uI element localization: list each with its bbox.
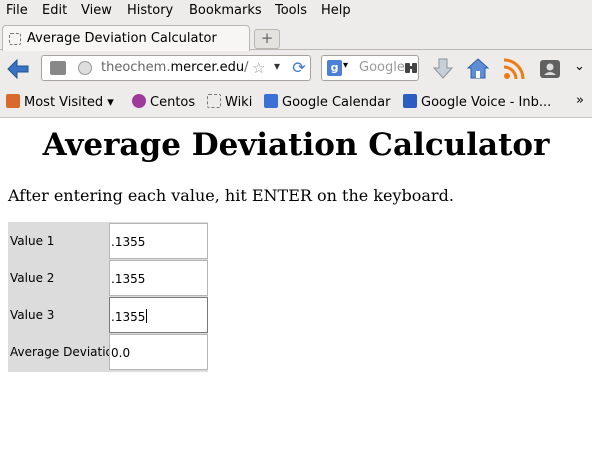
phone-icon — [403, 94, 417, 108]
folder-icon — [6, 94, 20, 108]
contacts-icon[interactable] — [538, 57, 562, 81]
menu-edit[interactable]: Edit — [42, 3, 67, 18]
calculator-table: Value 1 .1355 Value 2 .1355 Value 3 .135… — [8, 222, 208, 372]
value-2-input[interactable]: .1355 — [109, 260, 208, 296]
reload-icon[interactable]: ⟳ — [290, 59, 308, 77]
text-caret — [146, 309, 148, 323]
instructions-text: After entering each value, hit ENTER on … — [8, 186, 454, 205]
home-icon[interactable] — [466, 57, 490, 81]
menu-help[interactable]: Help — [321, 3, 351, 18]
bookmark-centos[interactable]: Centos — [132, 94, 195, 110]
average-deviation-row: Average Deviation 0.0 — [8, 333, 208, 370]
site-identity-icon[interactable] — [50, 61, 66, 75]
average-deviation-label: Average Deviation — [10, 345, 109, 359]
chevron-double-right-icon[interactable]: » — [576, 93, 584, 108]
tab-strip: Average Deviation Calculator + — [0, 22, 592, 51]
value-1-label: Value 1 — [10, 234, 55, 248]
new-tab-button[interactable]: + — [254, 29, 280, 49]
back-arrow-icon[interactable] — [6, 58, 30, 80]
bookmark-google-voice[interactable]: Google Voice - Inb... — [403, 94, 551, 110]
bookmark-star-icon[interactable]: ☆ — [252, 59, 265, 77]
calendar-icon — [264, 94, 278, 108]
search-bar[interactable]: g ▾ Google — [321, 55, 419, 81]
binoculars-icon[interactable] — [404, 61, 418, 75]
value-2-row: Value 2 .1355 — [8, 259, 208, 296]
chevron-down-icon[interactable]: ▾ — [274, 59, 280, 73]
menu-bar: File Edit View History Bookmarks Tools H… — [0, 0, 592, 22]
bookmark-google-calendar[interactable]: Google Calendar — [264, 94, 390, 110]
download-arrow-icon[interactable] — [431, 57, 455, 81]
value-1-row: Value 1 .1355 — [8, 222, 208, 259]
value-2-label: Value 2 — [10, 271, 55, 285]
search-input[interactable]: Google — [359, 60, 405, 75]
centos-icon — [132, 94, 146, 108]
value-3-row: Value 3 .1355 — [8, 296, 208, 333]
page-content: Average Deviation Calculator After enter… — [0, 118, 592, 475]
menu-history[interactable]: History — [127, 3, 173, 18]
page-icon — [207, 94, 221, 108]
menu-bookmarks[interactable]: Bookmarks — [189, 3, 262, 18]
google-search-engine-icon[interactable]: g — [327, 60, 342, 76]
value-3-label: Value 3 — [10, 308, 55, 322]
url-bar[interactable]: theochem.mercer.edu/ ☆ ▾ ⟳ — [41, 55, 311, 81]
navigation-toolbar: theochem.mercer.edu/ ☆ ▾ ⟳ g ▾ Google ⌄ — [0, 50, 592, 88]
tab-active[interactable]: Average Deviation Calculator — [2, 25, 250, 51]
rss-feed-icon[interactable] — [502, 57, 526, 81]
bookmark-wiki[interactable]: Wiki — [207, 94, 252, 110]
globe-icon — [78, 61, 92, 75]
page-title: Average Deviation Calculator — [42, 127, 550, 163]
chevron-down-icon[interactable]: ⌄ — [574, 59, 585, 74]
value-1-input[interactable]: .1355 — [109, 223, 208, 259]
bookmarks-toolbar: Most Visited ▾ Centos Wiki Google Calend… — [0, 88, 592, 118]
page-icon — [9, 33, 21, 45]
chevron-down-icon[interactable]: ▾ — [343, 60, 348, 71]
menu-view[interactable]: View — [81, 3, 112, 18]
tab-title: Average Deviation Calculator — [27, 31, 217, 46]
url-text[interactable]: theochem.mercer.edu/ — [101, 60, 249, 75]
menu-file[interactable]: File — [6, 3, 28, 18]
menu-tools[interactable]: Tools — [275, 3, 307, 18]
browser-chrome: File Edit View History Bookmarks Tools H… — [0, 0, 592, 118]
value-3-input[interactable]: .1355 — [109, 297, 208, 333]
bookmark-most-visited[interactable]: Most Visited ▾ — [6, 94, 114, 110]
average-deviation-output[interactable]: 0.0 — [109, 334, 208, 370]
